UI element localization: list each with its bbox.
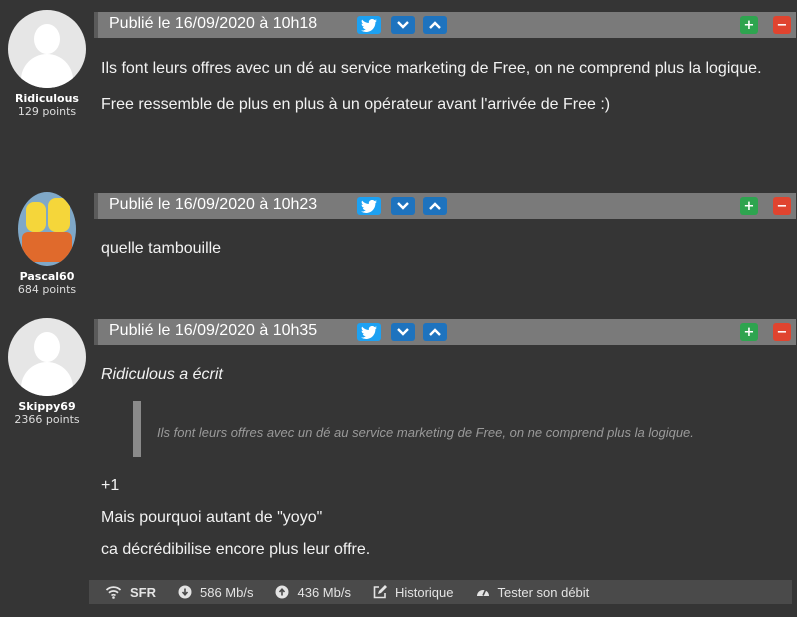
post-paragraph: quelle tambouille xyxy=(101,240,222,257)
post-paragraph: Mais pourquoi autant de "yoyo" xyxy=(101,509,323,526)
post-date: Publié le 16/09/2020 à 10h23 xyxy=(109,196,318,213)
user-points: 684 points xyxy=(17,283,77,296)
download-speed: 586 Mb/s xyxy=(178,585,253,600)
wifi-icon xyxy=(105,586,122,599)
post-body: Ils font leurs offres avec un dé au serv… xyxy=(101,58,791,116)
downvote-button[interactable]: − xyxy=(773,197,791,215)
quote-text: Ils font leurs offres avec un dé au serv… xyxy=(157,425,694,440)
scroll-up-button[interactable] xyxy=(423,197,447,215)
username[interactable]: Ridiculous xyxy=(0,92,94,105)
author-block: Ridiculous 129 points xyxy=(0,10,94,118)
post-paragraph: ca décrédibilise encore plus leur offre. xyxy=(101,541,371,558)
username[interactable]: Skippy69 xyxy=(0,400,94,413)
download-value: 586 Mb/s xyxy=(200,584,254,600)
twitter-icon xyxy=(361,325,377,339)
post-paragraph: +1 xyxy=(101,477,120,494)
speedtest-link[interactable]: Tester son débit xyxy=(476,585,590,600)
downvote-button[interactable]: − xyxy=(773,16,791,34)
upload-value: 436 Mb/s xyxy=(297,584,351,600)
post-body: quelle tambouille xyxy=(101,238,791,260)
scroll-down-button[interactable] xyxy=(391,197,415,215)
download-icon xyxy=(178,585,192,599)
avatar[interactable] xyxy=(18,192,76,266)
author-block: Skippy69 2366 points xyxy=(0,318,94,426)
speedometer-icon xyxy=(476,589,489,596)
post-body-continued: +1 Mais pourquoi autant de "yoyo" ca déc… xyxy=(101,475,791,561)
author-block: Pascal60 684 points xyxy=(0,192,94,296)
twitter-share-button[interactable] xyxy=(357,16,381,34)
chevron-up-icon xyxy=(429,328,441,336)
upload-icon xyxy=(275,585,289,599)
scroll-down-button[interactable] xyxy=(391,323,415,341)
scroll-down-button[interactable] xyxy=(391,16,415,34)
post-paragraph: Ils font leurs offres avec un dé au serv… xyxy=(101,60,762,77)
chevron-down-icon xyxy=(397,202,409,210)
upvote-button[interactable]: + xyxy=(740,197,758,215)
twitter-share-button[interactable] xyxy=(357,323,381,341)
upload-speed: 436 Mb/s xyxy=(275,584,351,600)
user-points: 129 points xyxy=(17,105,77,118)
chevron-up-icon xyxy=(429,202,441,210)
speedtest-label[interactable]: Tester son débit xyxy=(498,585,590,600)
chevron-up-icon xyxy=(429,21,441,29)
avatar[interactable] xyxy=(8,10,86,88)
chevron-down-icon xyxy=(397,21,409,29)
avatar[interactable] xyxy=(8,318,86,396)
history-link[interactable]: Historique xyxy=(373,585,454,600)
post-date: Publié le 16/09/2020 à 10h35 xyxy=(109,322,318,339)
twitter-icon xyxy=(361,199,377,213)
post-header: Publié le 16/09/2020 à 10h18 + − xyxy=(94,12,796,38)
post-paragraph: Free ressemble de plus en plus à un opér… xyxy=(101,96,611,113)
username[interactable]: Pascal60 xyxy=(0,270,94,283)
scroll-up-button[interactable] xyxy=(423,323,447,341)
scroll-up-button[interactable] xyxy=(423,16,447,34)
chevron-down-icon xyxy=(397,328,409,336)
upvote-button[interactable]: + xyxy=(740,16,758,34)
upvote-button[interactable]: + xyxy=(740,323,758,341)
user-points: 2366 points xyxy=(14,413,80,426)
blockquote: Ils font leurs offres avec un dé au serv… xyxy=(133,401,791,457)
quote-author: Ridiculous a écrit xyxy=(101,366,223,383)
twitter-icon xyxy=(361,18,377,32)
post-body: Ridiculous a écrit xyxy=(101,364,791,386)
edit-icon xyxy=(373,585,387,599)
post-date: Publié le 16/09/2020 à 10h18 xyxy=(109,15,318,32)
post-header: Publié le 16/09/2020 à 10h23 + − xyxy=(94,193,796,219)
twitter-share-button[interactable] xyxy=(357,197,381,215)
post-header: Publié le 16/09/2020 à 10h35 + − xyxy=(94,319,796,345)
operator-name: SFR xyxy=(130,584,156,600)
connection-footer: SFR 586 Mb/s 436 Mb/s Historique Tester … xyxy=(89,580,792,604)
downvote-button[interactable]: − xyxy=(773,323,791,341)
operator: SFR xyxy=(105,585,156,600)
history-label[interactable]: Historique xyxy=(395,585,454,600)
